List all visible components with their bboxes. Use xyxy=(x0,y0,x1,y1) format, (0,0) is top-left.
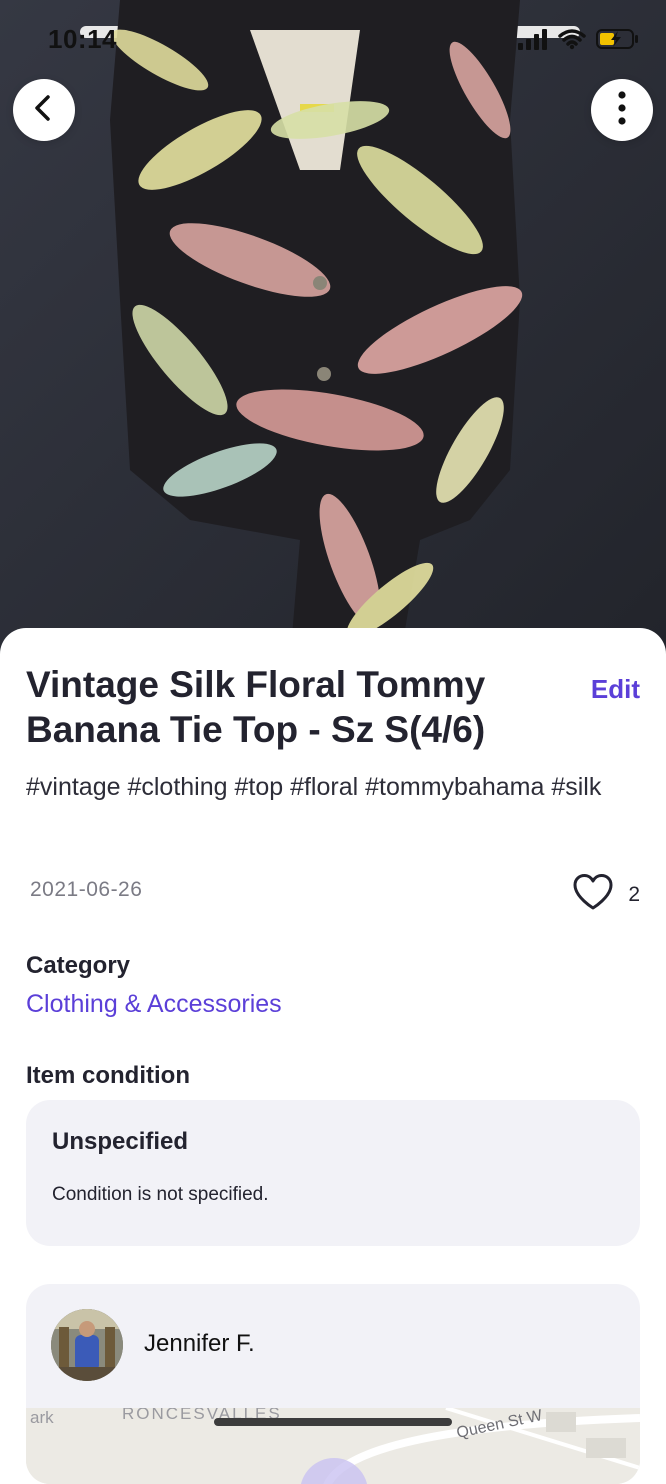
wifi-icon xyxy=(558,28,586,50)
likes: 2 xyxy=(572,873,640,916)
category-link[interactable]: Clothing & Accessories xyxy=(26,990,282,1019)
status-bar: 10:14 xyxy=(0,0,666,80)
condition-title: Unspecified xyxy=(52,1128,189,1155)
chevron-left-icon xyxy=(30,94,58,127)
seller-card[interactable]: Jennifer F. ark RONCESVALLES Queen St W xyxy=(26,1284,640,1484)
product-photo-illustration xyxy=(0,0,666,660)
condition-card: Unspecified Condition is not specified. xyxy=(26,1100,640,1246)
battery-charging-icon xyxy=(596,28,640,50)
cellular-signal-icon xyxy=(518,28,548,50)
condition-label: Item condition xyxy=(26,1062,190,1089)
seller-name: Jennifer F. xyxy=(144,1330,255,1357)
category-label: Category xyxy=(26,952,131,979)
more-options-button[interactable] xyxy=(591,79,653,141)
listing-tags: #vintage #clothing #top #floral #tommyba… xyxy=(26,773,602,801)
home-indicator[interactable] xyxy=(214,1418,452,1426)
seller-avatar[interactable] xyxy=(51,1309,123,1381)
listing-date: 2021-06-26 xyxy=(30,878,143,901)
back-button[interactable] xyxy=(13,79,75,141)
listing-title: Vintage Silk Floral Tommy Banana Tie Top… xyxy=(26,664,486,750)
status-time: 10:14 xyxy=(48,24,117,54)
map-label-park: ark xyxy=(30,1408,54,1427)
status-icons xyxy=(518,28,640,50)
vertical-dots-icon xyxy=(617,90,627,130)
edit-button[interactable]: Edit xyxy=(591,674,640,705)
condition-description: Condition is not specified. xyxy=(52,1184,269,1205)
like-count: 2 xyxy=(628,882,640,906)
product-photo[interactable] xyxy=(0,0,666,660)
listing-details-sheet: Vintage Silk Floral Tommy Banana Tie Top… xyxy=(0,628,666,1484)
heart-icon[interactable] xyxy=(572,873,614,916)
